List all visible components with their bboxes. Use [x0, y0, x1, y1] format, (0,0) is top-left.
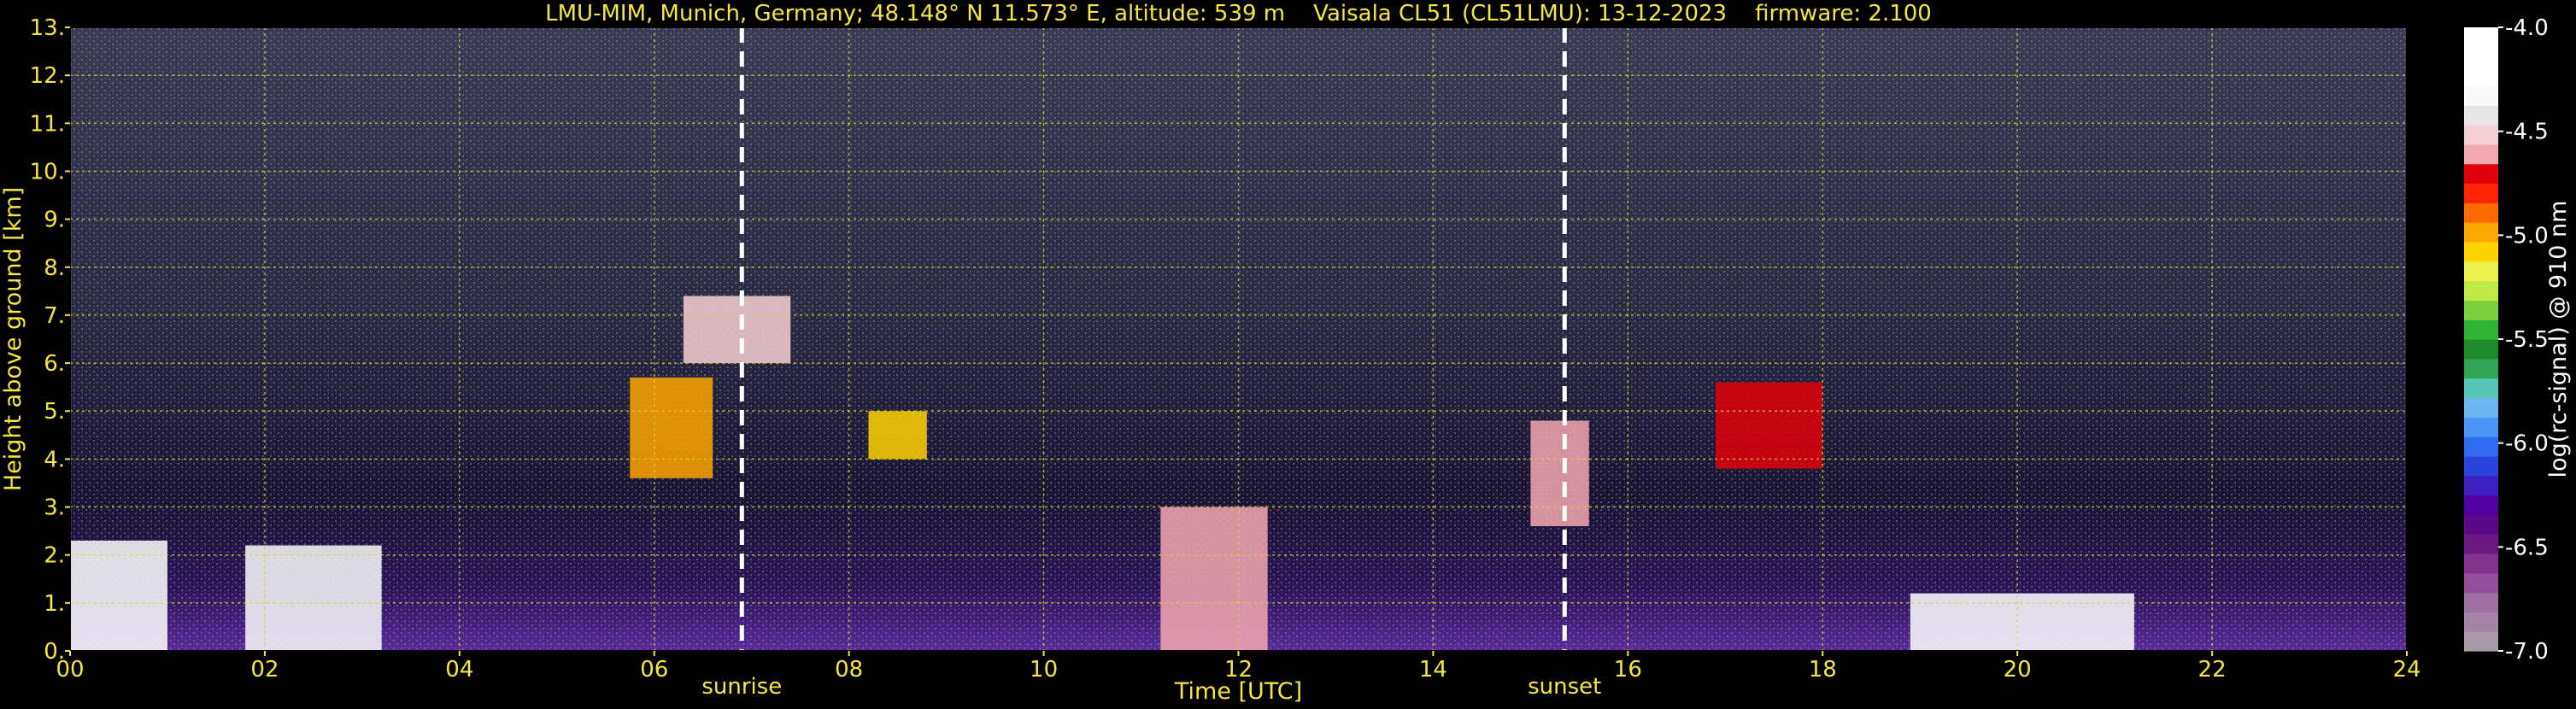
- feature-2: [630, 377, 713, 478]
- x-tick-label: 04: [445, 657, 473, 683]
- colorbar-swatch: [2464, 163, 2498, 185]
- colorbar-swatch: [2464, 475, 2498, 496]
- colorbar-swatch: [2464, 514, 2498, 535]
- colorbar-swatch: [2464, 66, 2498, 87]
- colorbar-tick-label: -6.0: [2505, 431, 2549, 457]
- chart-title: LMU-MIM, Munich, Germany; 48.148° N 11.5…: [545, 1, 1932, 26]
- plot-area: [69, 26, 2408, 652]
- feature-3: [683, 296, 791, 364]
- colorbar-swatch: [2464, 27, 2498, 48]
- colorbar-swatch: [2464, 222, 2498, 243]
- y-tick-label: 0.: [44, 639, 65, 665]
- y-tick-label: 3.: [44, 495, 65, 521]
- y-tick-label: 7.: [44, 303, 65, 329]
- feature-7: [1715, 382, 1823, 469]
- colorbar-swatch: [2464, 144, 2498, 165]
- ceilometer-figure: 00 02 04 06 08 10 12 14 16 18 20 22 24 sunrise sunset …: [0, 0, 2576, 706]
- colorbar-swatch: [2464, 553, 2498, 574]
- y-tick-label: 1.: [44, 591, 65, 617]
- x-tick-label: 06: [640, 657, 668, 683]
- colorbar-swatch: [2464, 612, 2498, 632]
- x-tick-label: 24: [2392, 657, 2421, 683]
- colorbar-swatch: [2464, 631, 2498, 652]
- colorbar-swatch: [2464, 572, 2498, 594]
- colorbar-swatch: [2464, 319, 2498, 340]
- colorbar-swatch: [2464, 300, 2498, 320]
- colorbar-swatch: [2464, 378, 2498, 399]
- marker-label-sunrise: sunrise: [701, 674, 782, 700]
- y-axis-ticks: 0. 1. 2. 3. 4. 5. 6. 7. 8. 9. 10. 11. 12. 13.: [30, 15, 70, 665]
- x-tick-label: 14: [1419, 657, 1447, 683]
- feature-0: [70, 540, 167, 651]
- x-tick-label: 18: [1809, 657, 1837, 683]
- feature-1: [245, 545, 382, 651]
- colorbar-tick-label: -5.5: [2505, 327, 2549, 353]
- colorbar-swatch: [2464, 437, 2498, 457]
- colorbar-tick-label: -6.5: [2505, 535, 2549, 560]
- colorbar-swatch: [2464, 46, 2498, 67]
- colorbar-tick-label: -7.0: [2505, 639, 2549, 665]
- marker-label-sunset: sunset: [1528, 674, 1601, 700]
- colorbar-swatch: [2464, 241, 2498, 262]
- y-tick-label: 9.: [44, 208, 65, 233]
- colorbar-swatch: [2464, 397, 2498, 418]
- y-tick-label: 4.: [44, 447, 65, 472]
- feature-8: [1910, 593, 2134, 651]
- y-tick-label: 6.: [44, 351, 65, 377]
- feature-6: [1530, 420, 1589, 526]
- colorbar-label: log(rc-signal) @ 910 nm: [2545, 201, 2572, 478]
- colorbar-swatch: [2464, 339, 2498, 360]
- colorbar-swatch: [2464, 358, 2498, 379]
- y-axis-label: Height above ground [km]: [0, 187, 26, 491]
- colorbar-swatch: [2464, 183, 2498, 203]
- colorbar-swatch: [2464, 592, 2498, 612]
- feature-5: [1160, 507, 1268, 651]
- y-tick-label: 12.: [30, 63, 65, 89]
- y-tick-label: 10.: [30, 159, 65, 185]
- colorbar-swatch: [2464, 495, 2498, 515]
- y-tick-label: 5.: [44, 399, 65, 425]
- colorbar-swatch: [2464, 85, 2498, 106]
- y-tick-label: 13.: [30, 15, 65, 41]
- feature-4: [868, 411, 927, 460]
- colorbar-swatch: [2464, 202, 2498, 223]
- colorbar-swatch: [2464, 261, 2498, 282]
- colorbar: -4.0 -4.5 -5.0 -5.5 -6.0 -6.5 -7.0: [2464, 15, 2549, 665]
- x-tick-label: 20: [2004, 657, 2032, 683]
- y-tick-label: 2.: [44, 543, 65, 569]
- x-tick-label: 10: [1030, 657, 1058, 683]
- x-tick-label: 08: [835, 657, 863, 683]
- colorbar-tick-label: -4.5: [2505, 120, 2549, 145]
- colorbar-swatch: [2464, 455, 2498, 477]
- y-tick-label: 11.: [30, 111, 65, 137]
- colorbar-swatch: [2464, 125, 2498, 145]
- x-tick-label: 16: [1614, 657, 1642, 683]
- y-tick-label: 8.: [44, 255, 65, 281]
- colorbar-tick-label: -5.0: [2505, 223, 2549, 249]
- colorbar-swatch: [2464, 534, 2498, 554]
- x-axis-label: Time [UTC]: [1174, 678, 1302, 705]
- ceilometer-chart: 00 02 04 06 08 10 12 14 16 18 20 22 24sunrise sunset …: [0, 1, 2572, 705]
- x-tick-label: 02: [250, 657, 279, 683]
- colorbar-swatch: [2464, 417, 2498, 437]
- colorbar-swatch: [2464, 105, 2498, 126]
- colorbar-tick-label: -4.0: [2505, 15, 2549, 41]
- x-tick-label: 22: [2198, 657, 2227, 683]
- colorbar-swatch: [2464, 280, 2498, 301]
